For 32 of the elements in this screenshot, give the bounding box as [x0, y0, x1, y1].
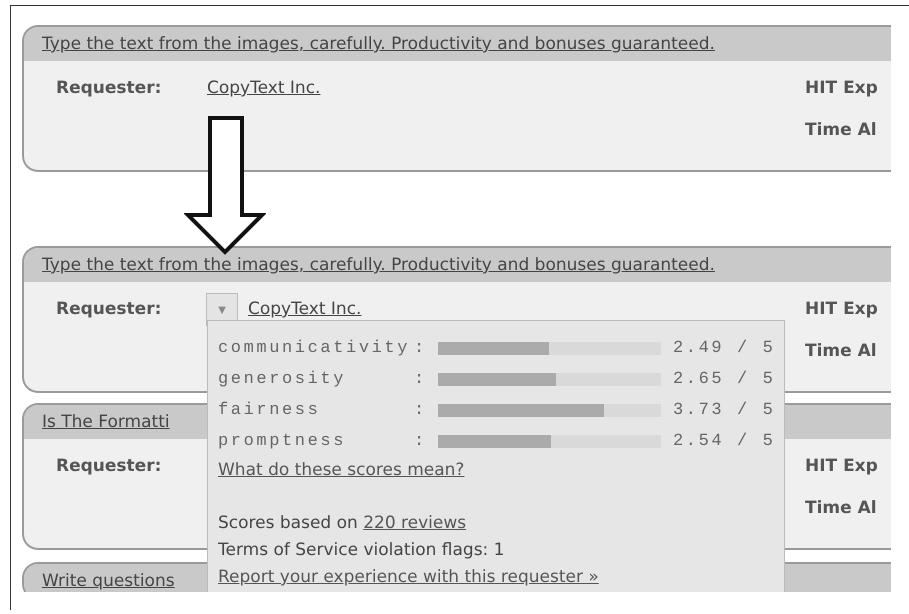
hit-title-link[interactable]: Is The Formatti: [42, 412, 170, 432]
score-value: 2.65 / 5: [672, 370, 776, 389]
field-label: Time Al: [805, 498, 878, 518]
flags-text: Terms of Service violation flags: 1: [218, 539, 506, 562]
hit-title-link[interactable]: Write questions: [42, 571, 175, 591]
score-separator: :: [414, 432, 428, 451]
field-label: HIT Exp: [805, 299, 879, 319]
score-label: promptness: [218, 432, 348, 451]
field-label: Time Al: [805, 341, 878, 361]
score-label: generosity: [218, 370, 348, 389]
requester-link[interactable]: CopyText Inc.: [207, 78, 320, 98]
field-label: HIT Exp: [805, 456, 879, 476]
score-value: 3.73 / 5: [672, 401, 776, 420]
hit-title-link[interactable]: Type the text from the images, carefully. Productivity and bonuses guaranteed.: [42, 34, 715, 54]
score-label: communicativity: [218, 339, 412, 358]
score-separator: :: [414, 339, 428, 358]
field-label: HIT Exp: [805, 78, 879, 98]
score-separator: :: [414, 401, 428, 420]
score-value: 2.54 / 5: [672, 432, 776, 451]
scores-text: Scores based on: [218, 513, 359, 533]
requester-label: Requester:: [56, 299, 162, 319]
requester-label: Requester:: [56, 78, 162, 98]
score-value: 2.49 / 5: [672, 339, 776, 358]
score-label: fairness: [218, 401, 322, 420]
report-link[interactable]: Report your experience with this requester »: [218, 567, 599, 587]
field-label: Time Al: [805, 120, 878, 140]
requester-label: Requester:: [56, 456, 162, 476]
score-separator: :: [414, 370, 428, 389]
hit-title-link[interactable]: Type the text from the images, carefully. Productivity and bonuses guaranteed.: [42, 255, 715, 275]
help-link[interactable]: What do these scores mean?: [218, 460, 464, 480]
requester-link[interactable]: CopyText Inc.: [248, 299, 362, 319]
reviews-link[interactable]: 220 reviews: [363, 513, 466, 533]
